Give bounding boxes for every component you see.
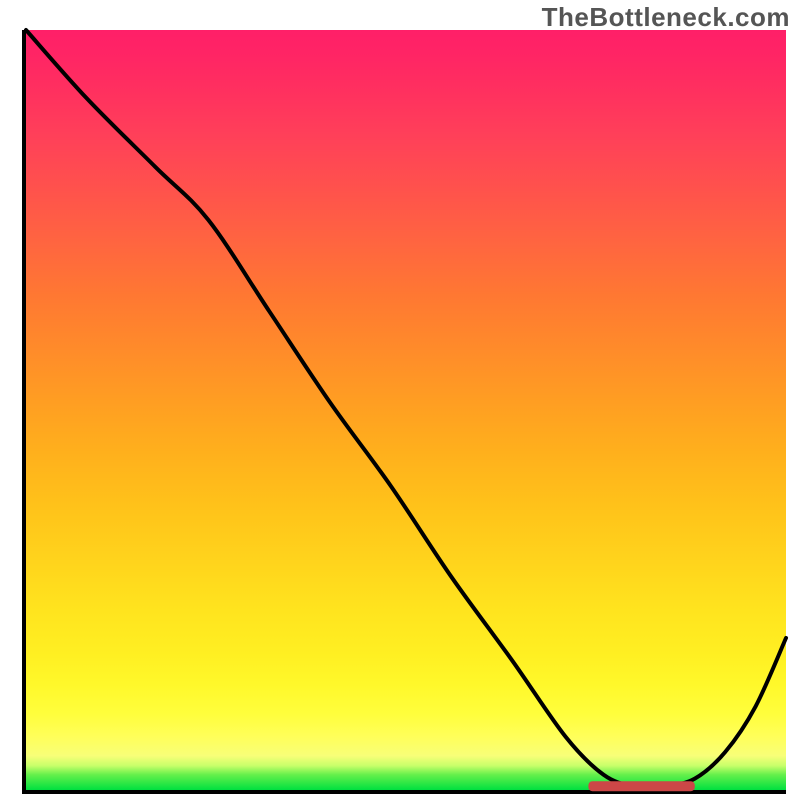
bottleneck-curve (26, 30, 786, 787)
watermark-text: TheBottleneck.com (542, 2, 790, 33)
optimal-band-marker (588, 781, 694, 791)
curve-svg (26, 30, 786, 790)
plot-area (22, 30, 786, 794)
chart-canvas: TheBottleneck.com (0, 0, 800, 800)
